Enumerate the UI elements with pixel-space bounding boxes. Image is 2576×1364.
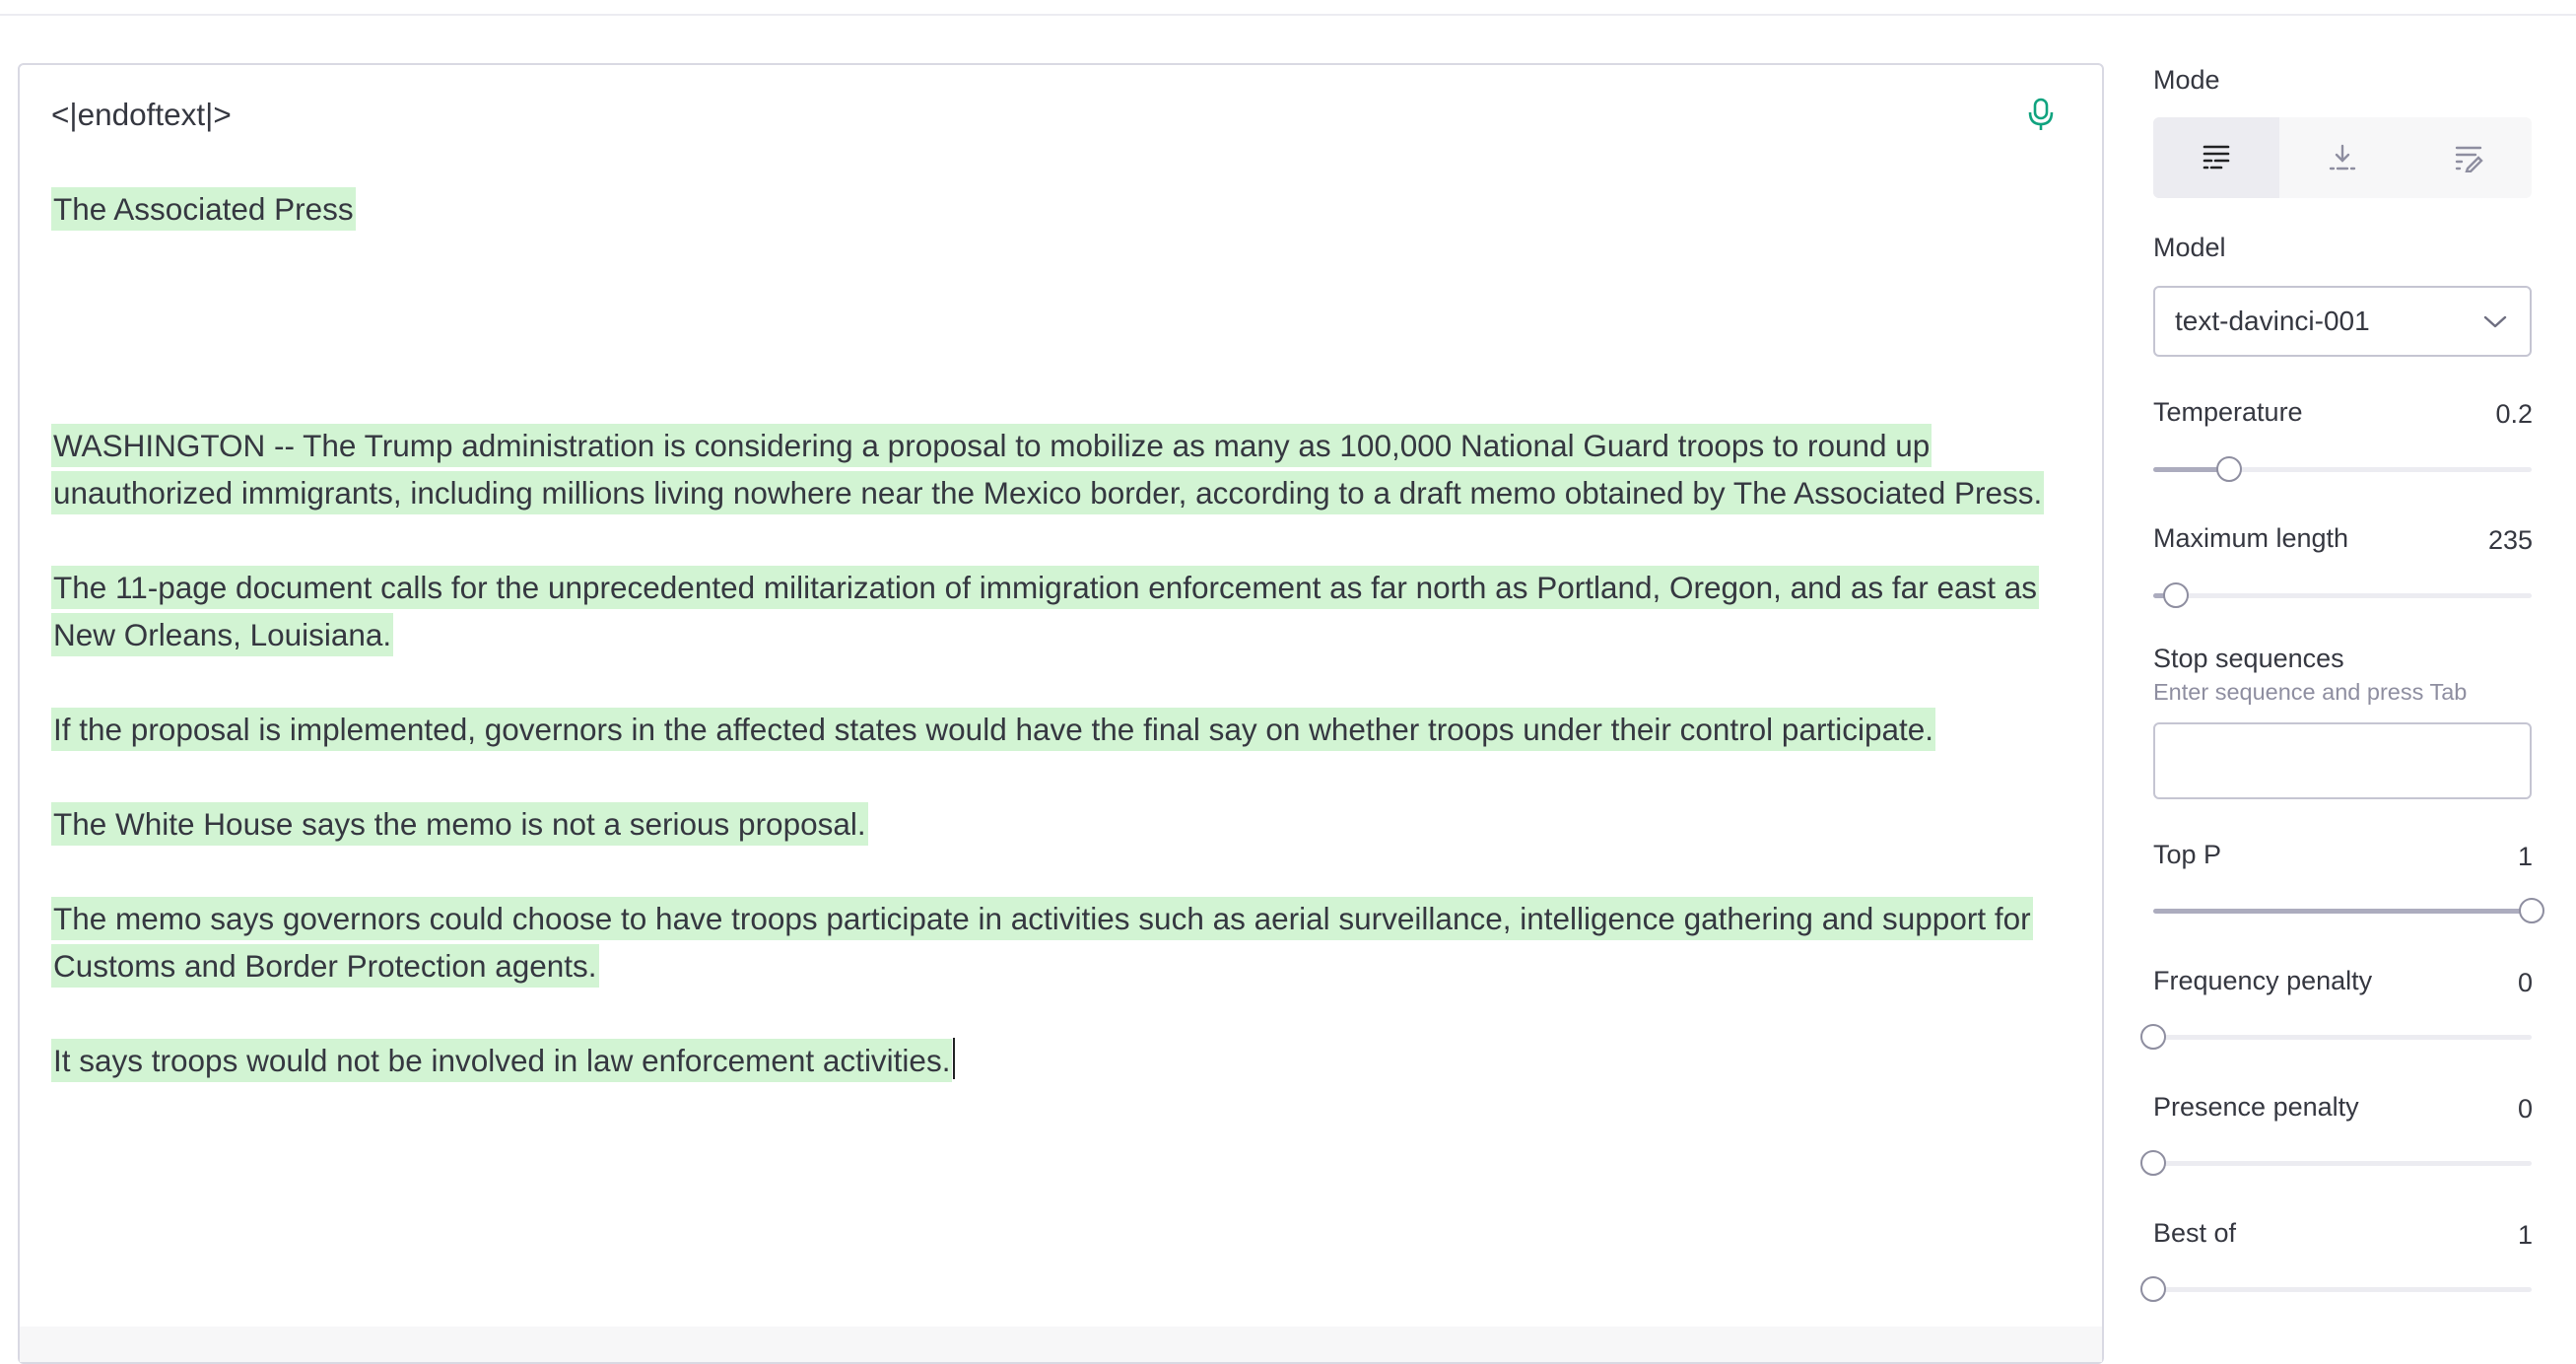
frequency-penalty-label: Frequency penalty <box>2153 966 2373 995</box>
insert-mode-icon <box>2329 144 2356 170</box>
paragraph: The 11-page document calls for the unpre… <box>51 566 2040 656</box>
best-of-slider[interactable] <box>2140 1275 2532 1305</box>
end-of-text-token: <|endoftext|> <box>51 97 232 132</box>
model-label: Model <box>2153 233 2226 262</box>
complete-mode-button[interactable] <box>2153 117 2279 198</box>
chevron-down-icon <box>2483 315 2507 328</box>
slider-thumb[interactable] <box>2215 456 2242 482</box>
editor-text: <|endoftext|> The Associated Press WASHI… <box>51 91 2052 1084</box>
temperature-label: Temperature <box>2153 397 2303 427</box>
slider-track <box>2153 593 2532 598</box>
top-p-value: 1 <box>2517 842 2533 871</box>
presence-penalty-slider[interactable] <box>2140 1149 2532 1179</box>
mode-selector <box>2153 117 2532 198</box>
paragraph: The memo says governors could choose to … <box>51 897 2033 988</box>
text-caret <box>953 1038 956 1079</box>
presence-penalty-value: 0 <box>2517 1094 2533 1124</box>
frequency-penalty-value: 0 <box>2517 968 2533 997</box>
slider-thumb[interactable] <box>2140 1276 2166 1302</box>
maximum-length-label: Maximum length <box>2153 523 2349 553</box>
slider-track <box>2153 1287 2532 1292</box>
slider-track <box>2153 1161 2532 1166</box>
frequency-penalty-slider[interactable] <box>2140 1023 2532 1053</box>
slider-thumb[interactable] <box>2519 898 2544 923</box>
maximum-length-value: 235 <box>2487 525 2533 555</box>
slider-track <box>2153 1035 2532 1040</box>
mode-label: Mode <box>2153 65 2220 95</box>
maximum-length-slider[interactable] <box>2153 581 2532 611</box>
temperature-slider[interactable] <box>2153 455 2532 485</box>
top-p-slider[interactable] <box>2153 897 2544 926</box>
model-select-value: text-davinci-001 <box>2175 306 2370 336</box>
slider-fill <box>2153 909 2532 914</box>
edit-mode-button[interactable] <box>2406 117 2532 198</box>
best-of-value: 1 <box>2517 1220 2533 1250</box>
paragraph: WASHINGTON -- The Trump administration i… <box>51 424 2045 514</box>
insert-mode-button[interactable] <box>2279 117 2406 198</box>
paragraph: If the proposal is implemented, governor… <box>51 708 1936 751</box>
stop-sequences-hint: Enter sequence and press Tab <box>2153 679 2468 705</box>
paragraph: It says troops would not be involved in … <box>51 1039 953 1082</box>
stop-sequences-input[interactable] <box>2153 722 2532 799</box>
model-select[interactable]: text-davinci-001 <box>2153 286 2532 357</box>
temperature-value: 0.2 <box>2495 399 2533 429</box>
complete-mode-icon <box>2203 145 2230 170</box>
presence-penalty-label: Presence penalty <box>2153 1092 2359 1122</box>
top-p-label: Top P <box>2153 840 2222 869</box>
editor-footer <box>20 1327 2102 1362</box>
edit-mode-icon <box>2455 146 2483 172</box>
paragraph: The Associated Press <box>51 187 356 231</box>
best-of-label: Best of <box>2153 1218 2237 1248</box>
paragraph: The White House says the memo is not a s… <box>51 802 868 846</box>
slider-thumb[interactable] <box>2162 582 2189 608</box>
settings-panel: Mode Model text-davinci-001 Temperature … <box>2140 0 2547 1342</box>
slider-thumb[interactable] <box>2140 1150 2166 1176</box>
slider-thumb[interactable] <box>2140 1024 2166 1050</box>
stop-sequences-label: Stop sequences <box>2153 644 2344 673</box>
